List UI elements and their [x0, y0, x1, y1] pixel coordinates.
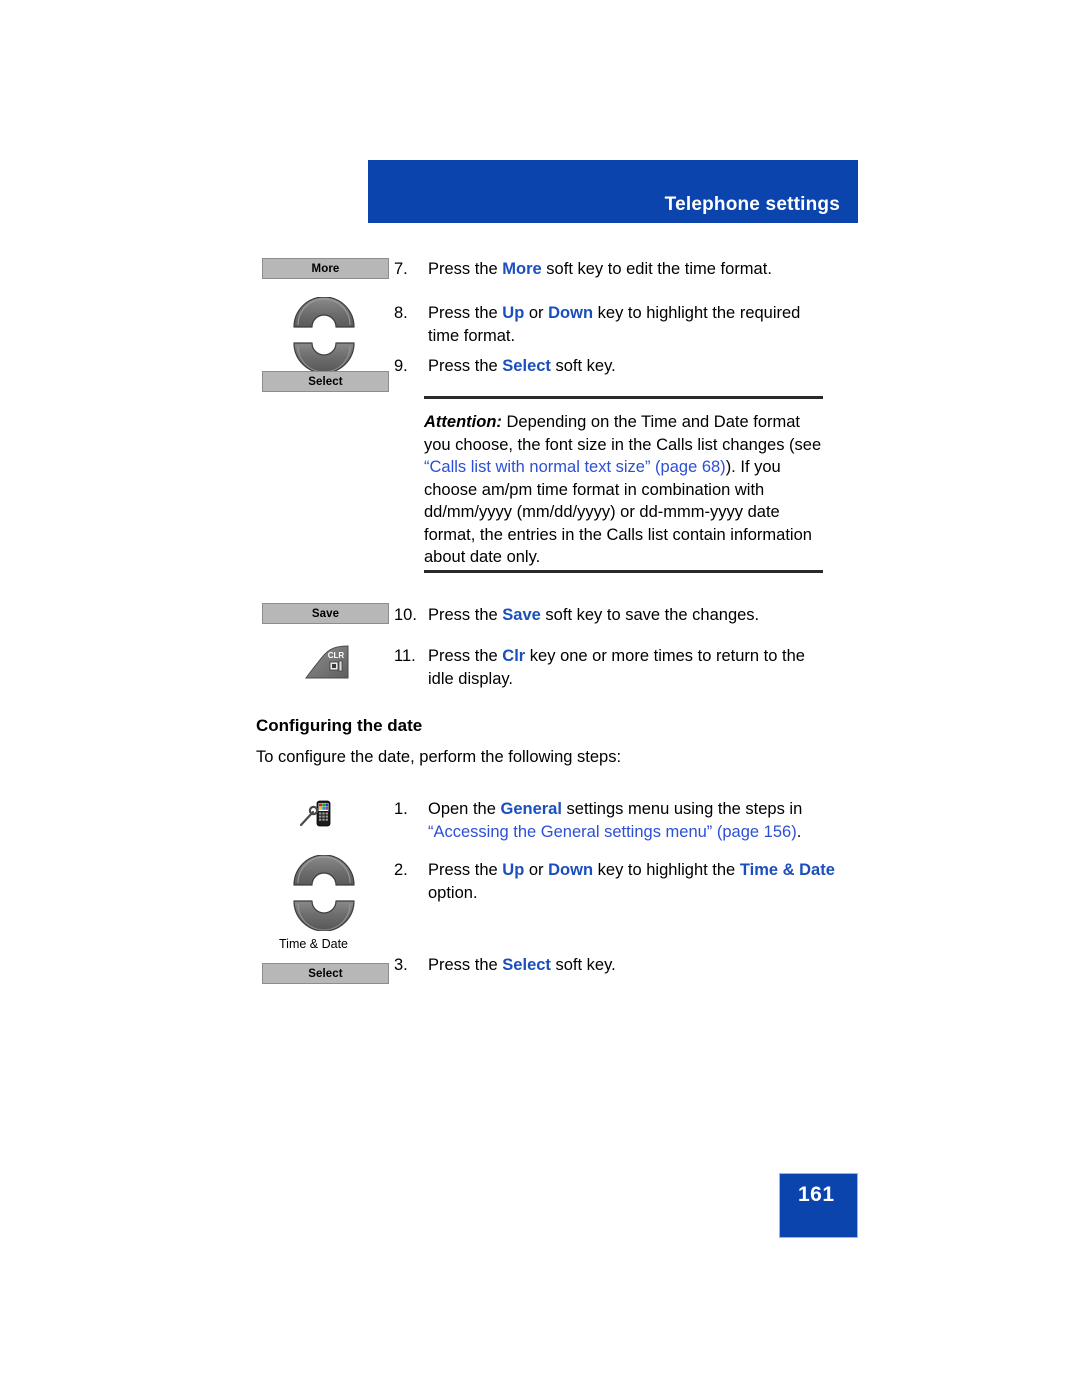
step-number: 9. — [394, 357, 408, 375]
step-text: Press the Clr key one or more times to r… — [428, 645, 834, 690]
step-item: 1. Open the General settings menu using … — [394, 798, 844, 843]
emphasis-key-name: Time & Date — [739, 861, 835, 879]
plain-text: Press the — [428, 304, 503, 322]
step-item: 2. Press the Up or Down key to highlight… — [394, 859, 844, 904]
step-item: 10. Press the Save soft key to save the … — [394, 604, 834, 627]
plain-text: key to highlight the — [593, 861, 740, 879]
attention-rule-top — [424, 396, 823, 399]
emphasis-key-name: Save — [502, 606, 541, 624]
softkey-save-label: Save — [311, 607, 340, 620]
plain-text: . — [796, 822, 802, 841]
attention-block: Attention: Depending on the Time and Dat… — [424, 411, 828, 569]
step-item: 11. Press the Clr key one or more times … — [394, 645, 834, 690]
softkey-save[interactable]: Save — [262, 603, 389, 624]
plain-text: Press the — [428, 260, 503, 278]
step-text: Press the Select soft key. — [428, 954, 616, 977]
emphasis-key-name: Select — [502, 956, 551, 974]
emphasis-key-name: Select — [502, 357, 551, 375]
step-text: Press the Save soft key to save the chan… — [428, 604, 759, 627]
step-number: 11. — [394, 647, 416, 665]
plain-text: Press the — [428, 357, 503, 375]
emphasis-key-name: Up — [502, 304, 525, 322]
page-number: 161 — [798, 1183, 835, 1206]
page-header-title: Telephone settings — [664, 194, 840, 215]
step-number: 10. — [394, 606, 417, 624]
nav-down-key-icon[interactable] — [292, 341, 356, 374]
attention-text-2: ). — [725, 458, 736, 476]
emphasis-key-name: More — [502, 260, 542, 278]
clr-key-icon[interactable]: CLR — [305, 645, 349, 679]
cross-reference-link[interactable]: “Accessing the General settings menu” (p… — [428, 823, 797, 841]
step-number: 1. — [394, 800, 408, 818]
step-text: Press the Up or Down key to highlight th… — [428, 302, 834, 347]
page-number-box: 161 — [779, 1173, 858, 1238]
plain-text: Open the — [428, 800, 501, 818]
page-header-banner: Telephone settings — [368, 160, 858, 223]
section-intro-text: To configure the date, perform the follo… — [256, 748, 622, 766]
plain-text: Press the — [428, 956, 503, 974]
step-number: 7. — [394, 260, 408, 278]
emphasis-key-name: Down — [548, 304, 594, 322]
nav-up-key-icon[interactable] — [292, 296, 356, 329]
emphasis-key-name: General — [500, 800, 562, 818]
plain-text: settings menu using the steps in — [561, 800, 803, 818]
section-heading: Configuring the date — [256, 716, 423, 735]
softkey-select-date[interactable]: Select — [262, 963, 389, 984]
softkey-select-time-label: Select — [308, 375, 343, 388]
plain-text: Press the — [428, 861, 503, 879]
plain-text: soft key to save the changes. — [540, 606, 760, 624]
plain-text: or — [524, 304, 549, 322]
attention-label: Attention: — [424, 413, 502, 431]
step-number: 3. — [394, 956, 408, 974]
step-text: Press the Select soft key. — [428, 355, 616, 378]
plain-text: Press the — [428, 606, 503, 624]
attention-xref-link[interactable]: “Calls list with normal text size” (page… — [424, 458, 726, 476]
step-item: 8. Press the Up or Down key to highlight… — [394, 302, 834, 347]
plain-text: or — [524, 861, 549, 879]
softkey-more[interactable]: More — [262, 258, 389, 279]
step-text: Press the Up or Down key to highlight th… — [428, 859, 844, 904]
nav-down-key-icon[interactable] — [292, 899, 356, 932]
step-item: 9. Press the Select soft key. — [394, 355, 834, 378]
clr-key-text: CLR — [328, 651, 345, 660]
plain-text: option. — [428, 883, 478, 902]
step-text: Open the General settings menu using the… — [428, 798, 844, 843]
softkey-select-time[interactable]: Select — [262, 371, 389, 392]
step-number: 2. — [394, 861, 408, 879]
plain-text: soft key. — [550, 357, 616, 375]
emphasis-key-name: Down — [548, 861, 594, 879]
phone-settings-icon — [297, 797, 333, 831]
softkey-select-date-label: Select — [308, 967, 343, 980]
document-page: Telephone settings More Select Save CLR … — [0, 0, 1080, 1397]
step-item: 7. Press the More soft key to edit the t… — [394, 258, 834, 281]
plain-text: soft key to edit the time format. — [541, 260, 772, 278]
plain-text: Press the — [428, 647, 503, 665]
softkey-more-label: More — [311, 262, 340, 275]
emphasis-key-name: Up — [502, 861, 525, 879]
nav-up-key-icon[interactable] — [292, 854, 356, 887]
step-item: 3. Press the Select soft key. — [394, 954, 844, 977]
nav-key-caption: Time & Date — [279, 937, 349, 951]
step-text: Press the More soft key to edit the time… — [428, 258, 772, 281]
step-number: 8. — [394, 304, 408, 322]
plain-text: soft key. — [550, 956, 616, 974]
emphasis-key-name: Clr — [502, 647, 526, 665]
attention-rule-bottom — [424, 570, 823, 573]
